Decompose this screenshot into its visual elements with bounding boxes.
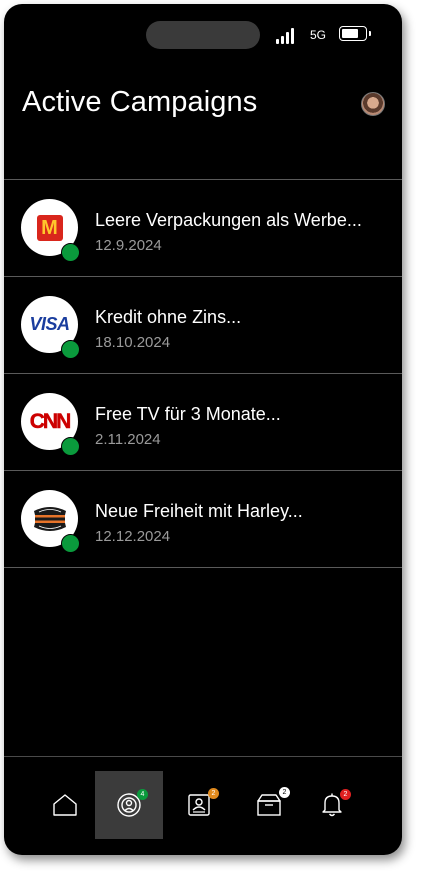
- nav-contacts[interactable]: 2: [165, 771, 233, 839]
- campaign-date: 2.11.2024: [95, 431, 161, 448]
- visa-logo-text: VISA: [29, 314, 70, 334]
- campaign-title: Kredit ohne Zins...: [95, 307, 242, 327]
- page-title: Active Campaigns: [22, 86, 258, 118]
- campaign-date: 12.9.2024: [95, 237, 162, 254]
- status-active-dot: [61, 437, 80, 456]
- cnn-logo-text: CNN: [29, 409, 72, 433]
- campaign-date: 18.10.2024: [95, 334, 171, 351]
- signal-icon: [276, 28, 298, 44]
- nav-badge: 2: [279, 787, 290, 798]
- list-item[interactable]: Neue Freiheit mit Harley... 12.12.2024: [4, 471, 402, 568]
- campaign-list: M Leere Verpackungen als Werbe... 12.9.2…: [4, 179, 402, 568]
- nav-home[interactable]: [31, 771, 99, 839]
- nav-inbox[interactable]: 2: [235, 771, 303, 839]
- contact-card-icon: [188, 794, 210, 816]
- nav-badge: 2: [340, 789, 351, 800]
- battery-icon: [339, 26, 371, 41]
- campaign-date: 12.12.2024: [95, 528, 171, 545]
- mcdonalds-logo-letter: M: [41, 216, 58, 239]
- nav-badge: 2: [208, 788, 219, 799]
- inbox-box-icon: [257, 794, 281, 816]
- dynamic-island: [146, 21, 260, 49]
- nav-notifications[interactable]: 2: [298, 771, 366, 839]
- avatar[interactable]: [361, 92, 385, 116]
- home-icon: [53, 794, 77, 816]
- nav-badge: 4: [137, 789, 148, 800]
- campaign-title: Free TV für 3 Monate...: [95, 404, 281, 424]
- campaign-title: Leere Verpackungen als Werbe...: [95, 210, 362, 230]
- network-label: 5G: [310, 28, 327, 42]
- status-active-dot: [61, 340, 80, 359]
- phone-screen: 5G Active Campaigns M Leere Verpackungen…: [4, 4, 402, 855]
- list-item[interactable]: VISA Kredit ohne Zins... 18.10.2024: [4, 277, 402, 374]
- campaign-title: Neue Freiheit mit Harley...: [95, 501, 303, 521]
- list-item[interactable]: M Leere Verpackungen als Werbe... 12.9.2…: [4, 180, 402, 277]
- bottom-nav: 4 2 2 2: [4, 756, 402, 855]
- list-item[interactable]: CNN Free TV für 3 Monate... 2.11.2024: [4, 374, 402, 471]
- nav-campaigns[interactable]: 4: [95, 771, 163, 839]
- status-active-dot: [61, 534, 80, 553]
- status-active-dot: [61, 243, 80, 262]
